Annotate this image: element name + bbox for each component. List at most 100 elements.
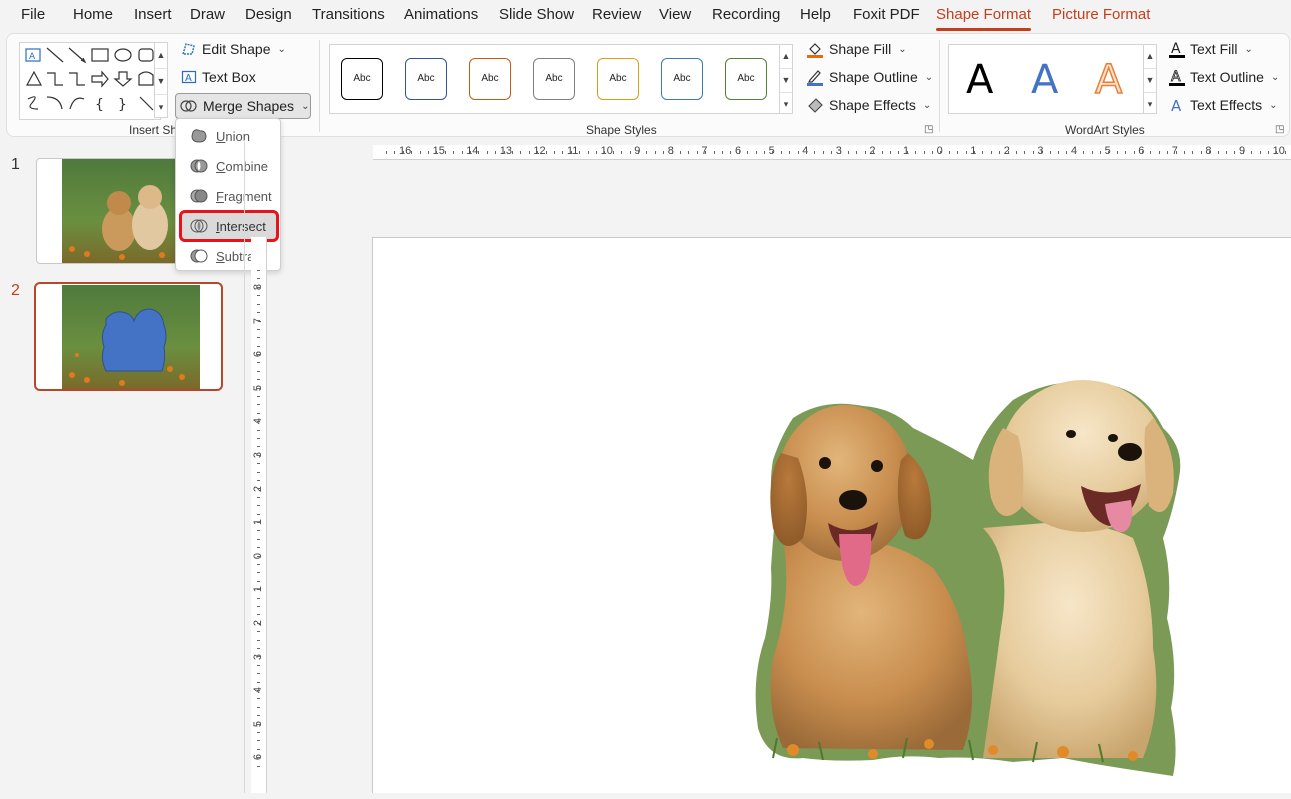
ruler-tick: [974, 151, 975, 154]
ruler-tick: [1066, 151, 1068, 154]
tab-review[interactable]: Review: [592, 6, 641, 23]
ruler-tick: [257, 438, 260, 439]
menu-item-union[interactable]: Union: [182, 123, 276, 149]
gallery-expand-icon[interactable]: ▾: [155, 95, 167, 120]
shape-styles-scroll[interactable]: ▲ ▼ ▾: [779, 44, 793, 114]
ruler-tick: [570, 151, 572, 154]
ruler-tick: [545, 151, 547, 154]
shape-style-swatch[interactable]: Abc: [661, 58, 703, 100]
tab-transitions[interactable]: Transitions: [312, 6, 385, 23]
tab-shape-format[interactable]: Shape Format: [936, 6, 1032, 31]
ruler-tick: [1133, 151, 1135, 154]
text-box-button[interactable]: A Text Box: [177, 65, 260, 89]
merge-shapes-button[interactable]: Merge Shapes ⌄: [175, 93, 311, 119]
ruler-tick: [1091, 151, 1093, 154]
ruler-tick: [1184, 151, 1185, 154]
shape-effects-button[interactable]: Shape Effects ⌄: [802, 93, 935, 117]
gallery-expand-icon[interactable]: ▾: [780, 93, 792, 115]
text-effects-button[interactable]: A Text Effects ⌄: [1165, 93, 1282, 117]
ruler-tick: [1074, 151, 1076, 154]
tab-insert[interactable]: Insert: [134, 6, 172, 23]
menu-item-intersect[interactable]: Intersect: [179, 210, 279, 242]
tab-view[interactable]: View: [659, 6, 691, 23]
ruler-tick: [537, 151, 539, 154]
ruler-tick: [1175, 151, 1177, 154]
ruler-tick: [1016, 151, 1017, 154]
merge-shapes-icon: [180, 100, 197, 112]
shapes-gallery-scroll[interactable]: ▲ ▼ ▾: [154, 42, 168, 118]
wordart-sample[interactable]: A: [966, 57, 993, 103]
ruler-tick: [257, 496, 260, 498]
ruler-tick: [444, 151, 446, 154]
tab-draw[interactable]: Draw: [190, 6, 225, 23]
shape-styles-gallery[interactable]: Abc Abc Abc Abc Abc Abc Abc: [329, 44, 785, 114]
tab-slide-show[interactable]: Slide Show: [499, 6, 574, 23]
shape-style-swatch[interactable]: Abc: [341, 58, 383, 100]
ruler-tick: [1049, 151, 1051, 154]
slide-thumbnail-2[interactable]: [34, 282, 223, 391]
ruler-tick: [257, 362, 260, 364]
shape-icons[interactable]: A { }: [20, 43, 160, 119]
shape-style-swatch[interactable]: Abc: [725, 58, 767, 100]
shape-styles-group-label: Shape Styles: [586, 123, 657, 137]
slide-canvas[interactable]: [372, 237, 1291, 793]
horizontal-ruler[interactable]: 16151413121110987654321012345678910: [373, 145, 1291, 160]
tab-help[interactable]: Help: [800, 6, 831, 23]
chevron-down-icon[interactable]: ▼: [155, 69, 167, 95]
shape-outline-button[interactable]: Shape Outline ⌄: [802, 65, 937, 89]
svg-text:A: A: [1171, 97, 1182, 114]
ruler-tick-label: 14: [466, 145, 479, 157]
shape-style-swatch[interactable]: Abc: [597, 58, 639, 100]
chevron-up-icon[interactable]: ▲: [155, 43, 167, 69]
text-fill-button[interactable]: A Text Fill ⌄: [1165, 37, 1257, 61]
ruler-tick: [520, 151, 522, 154]
ruler-tick: [257, 328, 260, 330]
edit-shape-button[interactable]: Edit Shape ⌄: [177, 37, 290, 61]
shapes-gallery[interactable]: A { }: [19, 42, 161, 120]
vertical-ruler[interactable]: 876543210123456: [251, 237, 267, 793]
ruler-tick: [257, 320, 260, 322]
ruler-tick: [1125, 151, 1127, 154]
shape-style-swatch[interactable]: Abc: [405, 58, 447, 100]
wordart-gallery[interactable]: A A A: [948, 44, 1148, 114]
ruler-tick: [999, 151, 1001, 154]
chevron-up-icon[interactable]: ▲: [780, 45, 792, 69]
tab-foxit-pdf[interactable]: Foxit PDF: [853, 6, 920, 23]
tab-picture-format[interactable]: Picture Format: [1052, 6, 1150, 23]
menu-item-combine[interactable]: Combine: [182, 153, 276, 179]
shape-style-swatch[interactable]: Abc: [469, 58, 511, 100]
ruler-tick: [1192, 151, 1194, 154]
ruler-tick: [257, 681, 260, 683]
menu-item-fragment[interactable]: Fragment: [182, 183, 276, 209]
ruler-tick: [1083, 151, 1085, 154]
ruler-tick: [495, 151, 497, 154]
tab-design[interactable]: Design: [245, 6, 292, 23]
shape-style-swatch[interactable]: Abc: [533, 58, 575, 100]
wordart-sample[interactable]: A: [1031, 57, 1058, 103]
ruler-tick: [1234, 151, 1236, 154]
svg-text:A: A: [1171, 41, 1181, 57]
merged-puppies-picture[interactable]: [373, 238, 1291, 794]
ruler-tick: [257, 522, 260, 523]
dialog-launcher-icon[interactable]: ◳: [1275, 124, 1284, 135]
ruler-tick: [386, 151, 387, 154]
chevron-down-icon[interactable]: ▼: [780, 69, 792, 93]
ruler-tick: [512, 151, 513, 154]
group-divider: [319, 40, 320, 132]
wordart-sample[interactable]: A: [1094, 56, 1123, 104]
tab-recording[interactable]: Recording: [712, 6, 780, 23]
ruler-tick: [257, 757, 260, 759]
chevron-down-icon[interactable]: ▼: [1144, 69, 1156, 93]
wordart-scroll[interactable]: ▲ ▼ ▾: [1143, 44, 1157, 114]
shape-fill-button[interactable]: Shape Fill ⌄: [802, 37, 911, 61]
gallery-expand-icon[interactable]: ▾: [1144, 93, 1156, 115]
tab-animations[interactable]: Animations: [404, 6, 478, 23]
tab-file[interactable]: File: [21, 6, 45, 23]
ruler-tick: [257, 706, 260, 708]
tab-home[interactable]: Home: [73, 6, 113, 23]
text-outline-button[interactable]: A Text Outline ⌄: [1165, 65, 1283, 89]
ruler-tick: [814, 151, 816, 154]
ruler-tick-label: 16: [399, 145, 412, 157]
chevron-up-icon[interactable]: ▲: [1144, 45, 1156, 69]
dialog-launcher-icon[interactable]: ◳: [924, 124, 933, 135]
